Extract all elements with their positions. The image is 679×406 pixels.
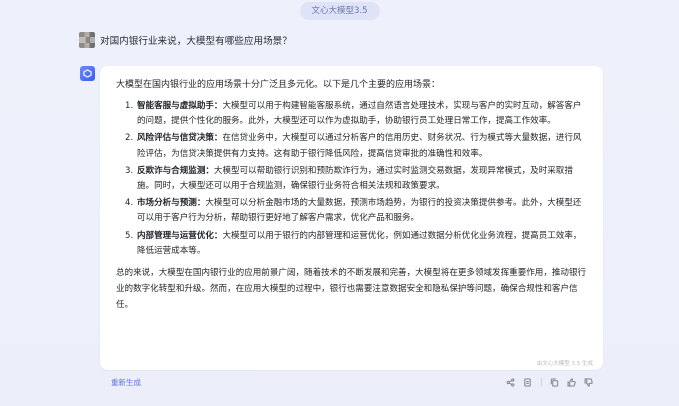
assistant-answer-card: 大模型在国内银行业的应用场景十分广泛且多元化。以下是几个主要的应用场景： 1. 智… <box>100 66 603 370</box>
answer-actions <box>502 376 597 388</box>
point-title: 智能客服与虚拟助手： <box>137 101 223 111</box>
point-number: 2. <box>125 133 134 144</box>
point-title: 市场分析与预测： <box>137 198 206 209</box>
answer-point: 5. 内部管理与运营优化：大模型可以用于银行的内部管理和运营优化，例如通过数据分析… <box>125 229 587 259</box>
answer-summary: 总的来说，大模型在国内银行业的应用前景广阔，随着技术的不断发展和完善，大模型将在… <box>116 268 587 311</box>
point-number: 1. <box>125 101 134 111</box>
thumbs-up-icon[interactable] <box>563 376 580 388</box>
point-number: 5. <box>125 230 134 241</box>
regenerate-button[interactable]: 重新生成 <box>111 377 141 388</box>
document-icon[interactable] <box>519 376 536 388</box>
answer-points-list: 1. 智能客服与虚拟助手：大模型可以用于构建智能客服系统，通过自然语言处理技术，实… <box>125 99 587 259</box>
point-title: 风险评估与信贷决策： <box>137 133 223 144</box>
user-avatar <box>79 32 95 48</box>
divider <box>536 376 546 388</box>
point-title: 反欺诈与合规监测： <box>137 165 214 176</box>
assistant-logo-icon <box>80 66 95 81</box>
point-title: 内部管理与运营优化： <box>137 230 223 241</box>
answer-point: 3. 反欺诈与合规监测：大模型可以帮助银行识别和预防欺诈行为，通过实时监测交易数据… <box>125 164 587 194</box>
share-icon[interactable] <box>502 376 519 388</box>
answer-point: 4. 市场分析与预测：大模型可以分析金融市场的大量数据，预测市场趋势，为银行的投资… <box>125 196 587 226</box>
thumbs-down-icon[interactable] <box>580 376 597 388</box>
model-version-label[interactable]: 文心大模型3.5 <box>299 2 380 20</box>
user-message: 对国内银行业来说，大模型有哪些应用场景？ <box>79 31 292 49</box>
ai-generated-note: 由文心大模型 3.5 生成 <box>536 361 593 367</box>
answer-point: 1. 智能客服与虚拟助手：大模型可以用于构建智能客服系统，通过自然语言处理技术，实… <box>125 99 587 129</box>
answer-point: 2. 风险评估与信贷决策：在信贷业务中，大模型可以通过分析客户的信用历史、财务状况… <box>125 131 587 161</box>
point-number: 3. <box>125 165 134 176</box>
user-question-text: 对国内银行业来说，大模型有哪些应用场景？ <box>100 36 292 47</box>
answer-intro: 大模型在国内银行业的应用场景十分广泛且多元化。以下是几个主要的应用场景： <box>116 80 441 90</box>
copy-icon[interactable] <box>546 376 563 388</box>
point-number: 4. <box>125 198 134 209</box>
